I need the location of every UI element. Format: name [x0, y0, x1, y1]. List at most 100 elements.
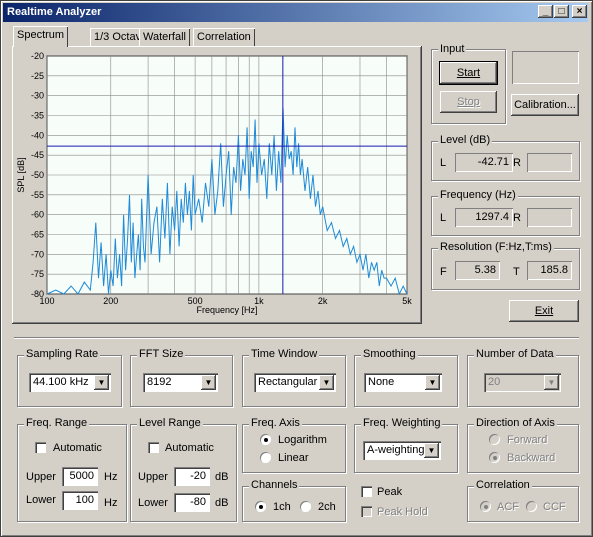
- divider: [14, 337, 579, 338]
- freq-axis-group: [242, 424, 346, 473]
- level-l-value: -42.71: [455, 153, 513, 172]
- freq-weighting-value: A-weighting: [367, 444, 425, 456]
- window-title: Realtime Analyzer: [7, 6, 102, 18]
- freq-range-automatic-checkbox[interactable]: [35, 442, 46, 453]
- x-tick-label: 2k: [318, 296, 328, 306]
- stop-button[interactable]: Stop: [440, 91, 497, 113]
- resolution-t-value: 185.8: [527, 261, 572, 280]
- y-tick-label: -45: [31, 150, 44, 160]
- smoothing-label: Smoothing: [361, 348, 418, 360]
- freq-upper-unit: Hz: [104, 471, 118, 483]
- y-tick-label: -70: [31, 249, 44, 259]
- level-lower-input[interactable]: -80: [174, 493, 210, 512]
- chevron-down-icon[interactable]: ▼: [425, 375, 440, 390]
- y-tick-label: -50: [31, 170, 44, 180]
- logarithm-label: Logarithm: [278, 434, 327, 446]
- x-tick-label: 100: [39, 296, 54, 306]
- tab-label: Waterfall: [143, 31, 186, 43]
- direction-group: [467, 424, 579, 473]
- freq-lower-input[interactable]: 100: [62, 491, 98, 510]
- y-tick-label: -25: [31, 71, 44, 81]
- y-tick-label: -20: [31, 51, 44, 61]
- chevron-down-icon[interactable]: ▼: [201, 375, 216, 390]
- level-label: Level (dB): [438, 134, 493, 146]
- maximize-button[interactable]: □: [554, 5, 569, 18]
- smoothing-select[interactable]: None ▼: [364, 373, 442, 392]
- minimize-button[interactable]: _: [538, 5, 553, 18]
- y-tick-label: -30: [31, 91, 44, 101]
- backward-radio[interactable]: [489, 452, 500, 463]
- tab-waterfall[interactable]: Waterfall: [139, 28, 190, 46]
- channel-2-label: 2ch: [318, 501, 336, 513]
- ccf-radio[interactable]: [526, 501, 537, 512]
- peak-hold-checkbox[interactable]: [361, 506, 372, 517]
- frequency-r-label: R: [513, 212, 521, 224]
- spectrum-chart[interactable]: -20-25-30-35-40-45-50-55-60-65-70-75-801…: [14, 48, 418, 320]
- close-button[interactable]: ×: [572, 5, 587, 18]
- backward-label: Backward: [507, 452, 556, 464]
- chevron-down-icon[interactable]: ▼: [94, 375, 109, 390]
- time-window-label: Time Window: [249, 348, 320, 360]
- freq-range-automatic-label: Automatic: [53, 442, 102, 454]
- logarithm-radio[interactable]: [260, 434, 271, 445]
- forward-label: Forward: [507, 434, 548, 446]
- peak-hold-label: Peak Hold: [377, 506, 428, 518]
- level-range-automatic-label: Automatic: [165, 442, 214, 454]
- x-tick-label: 5k: [402, 296, 412, 306]
- level-l-label: L: [440, 157, 447, 169]
- time-window-select[interactable]: Rectangular ▼: [254, 373, 336, 392]
- y-tick-label: -60: [31, 210, 44, 220]
- exit-button[interactable]: Exit: [509, 300, 579, 322]
- chevron-down-icon[interactable]: ▼: [544, 375, 559, 390]
- level-r-value: [527, 153, 572, 172]
- channel-2-radio[interactable]: [300, 501, 311, 512]
- start-label: Start: [456, 67, 481, 79]
- peak-checkbox[interactable]: [361, 486, 372, 497]
- chevron-down-icon[interactable]: ▼: [424, 443, 439, 458]
- number-of-data-select[interactable]: 20 ▼: [484, 373, 561, 392]
- fft-size-label: FFT Size: [137, 348, 186, 360]
- title-bar[interactable]: Realtime Analyzer _ □ ×: [3, 3, 588, 22]
- frequency-l-label: L: [440, 212, 447, 224]
- level-upper-label: Upper: [138, 471, 168, 483]
- number-of-data-value: 20: [488, 376, 501, 388]
- peak-label: Peak: [377, 486, 403, 498]
- sampling-rate-label: Sampling Rate: [24, 348, 101, 360]
- channel-1-radio[interactable]: [255, 501, 266, 512]
- time-window-value: Rectangular: [258, 376, 318, 388]
- channel-1-label: 1ch: [273, 501, 291, 513]
- freq-range-label: Freq. Range: [24, 417, 90, 429]
- correlation-label: Correlation: [474, 479, 532, 491]
- level-r-label: R: [513, 157, 521, 169]
- sampling-rate-select[interactable]: 44.100 kHz ▼: [29, 373, 111, 392]
- ccf-label: CCF: [543, 501, 566, 513]
- resolution-t-label: T: [513, 266, 520, 278]
- number-of-data-label: Number of Data: [474, 348, 556, 360]
- forward-radio[interactable]: [489, 434, 500, 445]
- fft-size-select[interactable]: 8192 ▼: [143, 373, 218, 392]
- freq-upper-input[interactable]: 5000: [62, 467, 98, 486]
- exit-label: Exit: [534, 305, 554, 317]
- resolution-label: Resolution (F:Hz,T:ms): [438, 241, 554, 253]
- calibration-button[interactable]: Calibration...: [511, 94, 579, 116]
- acf-label: ACF: [497, 501, 519, 513]
- acf-radio[interactable]: [480, 501, 491, 512]
- tab-spectrum[interactable]: Spectrum: [13, 26, 69, 47]
- y-tick-label: -65: [31, 230, 44, 240]
- x-axis-label: Frequency [Hz]: [196, 305, 257, 315]
- level-lower-label: Lower: [138, 497, 168, 509]
- resolution-f-value: 5.38: [455, 261, 500, 280]
- chevron-down-icon[interactable]: ▼: [319, 375, 334, 390]
- direction-label: Direction of Axis: [474, 417, 557, 429]
- linear-radio[interactable]: [260, 452, 271, 463]
- calibration-label: Calibration...: [514, 99, 576, 111]
- level-range-automatic-checkbox[interactable]: [148, 442, 159, 453]
- start-button[interactable]: Start: [439, 61, 498, 85]
- tab-correlation[interactable]: Correlation: [193, 28, 255, 46]
- freq-weighting-select[interactable]: A-weighting ▼: [363, 441, 441, 460]
- frequency-r-value: [527, 208, 572, 227]
- level-upper-input[interactable]: -20: [174, 467, 210, 486]
- frequency-label: Frequency (Hz): [438, 189, 518, 201]
- x-tick-label: 200: [103, 296, 118, 306]
- freq-lower-unit: Hz: [104, 497, 118, 509]
